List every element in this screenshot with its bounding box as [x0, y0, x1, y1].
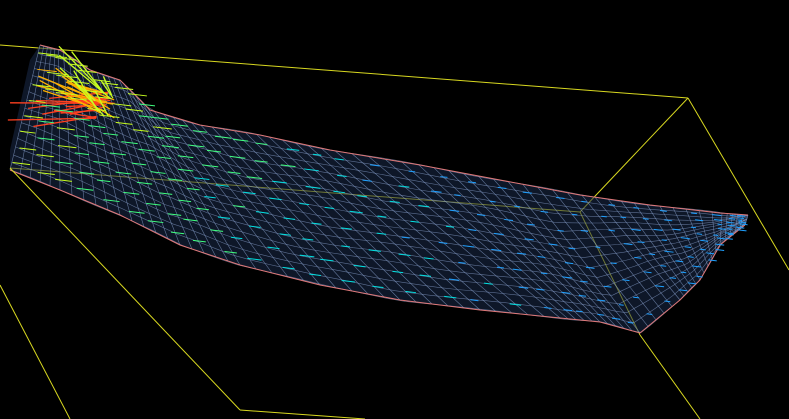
bounding-box-edge — [579, 97, 689, 213]
velocity-vector — [489, 200, 496, 203]
velocity-vector — [737, 229, 747, 232]
velocity-vector — [691, 212, 698, 215]
velocity-vector — [633, 207, 640, 209]
velocity-vector — [737, 219, 742, 221]
velocity-vector — [687, 256, 694, 258]
velocity-vector — [646, 313, 653, 315]
velocity-vector — [601, 215, 607, 218]
velocity-vector — [660, 265, 667, 267]
velocity-vector — [690, 226, 697, 229]
velocity-vector — [738, 226, 744, 229]
velocity-vector — [661, 239, 667, 241]
bounding-box-edge — [239, 409, 366, 419]
velocity-vector — [680, 271, 687, 274]
velocity-vector — [581, 200, 587, 203]
velocity-vector — [514, 205, 520, 208]
velocity-vector — [727, 233, 734, 236]
velocity-vector — [610, 262, 617, 265]
bounding-box-edge — [639, 334, 701, 419]
velocity-vector — [618, 304, 624, 306]
velocity-vector — [664, 300, 671, 303]
bounding-box-edge — [0, 284, 71, 419]
velocity-vector — [595, 246, 601, 249]
velocity-vector — [726, 228, 733, 230]
velocity-vector — [713, 234, 719, 236]
velocity-vector — [10, 102, 98, 104]
velocity-vector — [627, 321, 634, 324]
velocity-vector — [696, 233, 703, 235]
velocity-vector — [620, 216, 627, 219]
velocity-vector — [571, 213, 578, 216]
velocity-vector — [717, 223, 722, 226]
3d-visualization-viewport[interactable] — [0, 0, 789, 419]
velocity-vector — [633, 296, 640, 299]
velocity-vector — [642, 218, 649, 220]
scene-canvas[interactable] — [0, 0, 789, 419]
